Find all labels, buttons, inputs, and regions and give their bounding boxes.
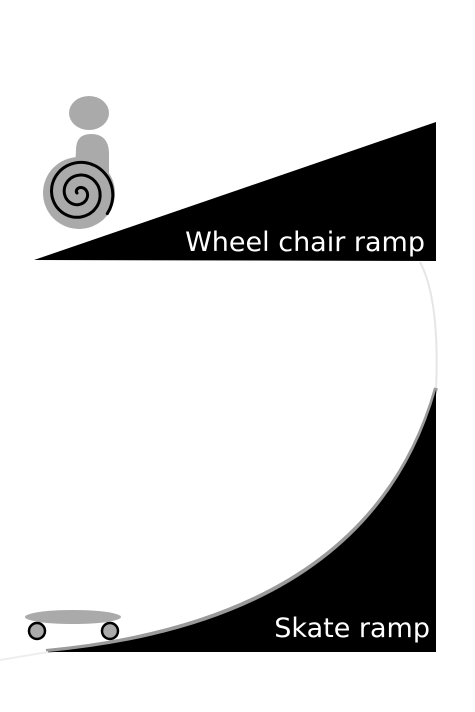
spiral-wheel-icon: [43, 157, 115, 229]
skateboard: [25, 610, 121, 641]
skateboard-deck: [25, 610, 121, 624]
wheelchair-ramp-group: Wheel chair ramp: [34, 96, 436, 261]
wheelchair-ramp-label: Wheel chair ramp: [185, 227, 425, 258]
person-head: [69, 96, 109, 130]
skate-ramp-faint-curve: [419, 261, 438, 391]
skateboard-wheel-icon: [27, 621, 47, 641]
skate-ramp-label: Skate ramp: [274, 613, 430, 644]
skate-ramp-floor-line: [0, 651, 49, 661]
ramps-diagram: Wheel chair ramp Skate ramp: [0, 96, 438, 661]
skateboard-wheel-icon: [100, 621, 120, 641]
skate-ramp-group: Skate ramp: [0, 261, 438, 661]
